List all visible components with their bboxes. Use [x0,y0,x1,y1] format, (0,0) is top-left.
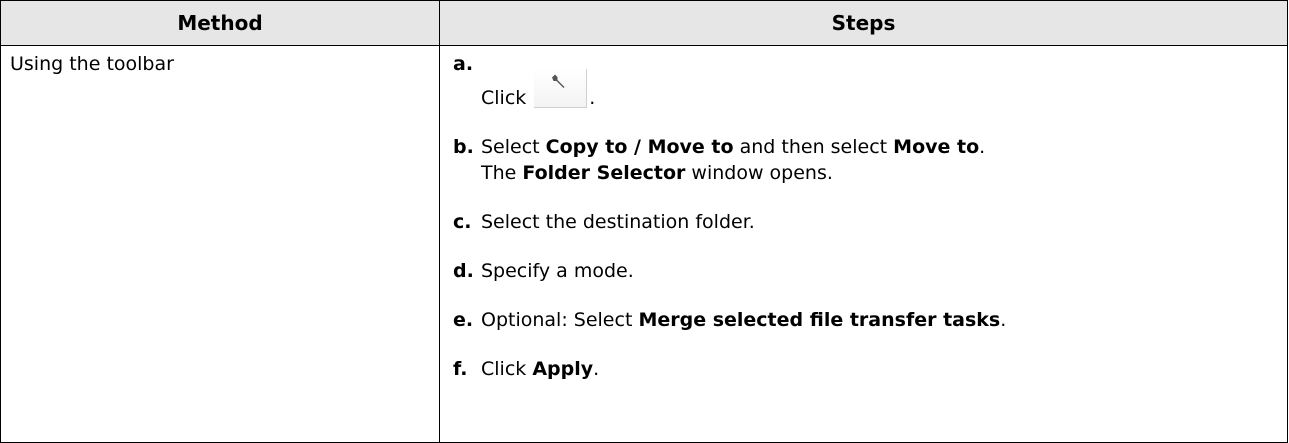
step-b-line2: The Folder Selector window opens. [481,162,833,184]
wrench-icon[interactable] [534,69,588,108]
step-letter: d. [453,260,474,282]
step-a: a. Click. [453,52,1287,111]
header-steps: Steps [439,0,1288,46]
step-d: d. Specify a mode. [453,258,1287,284]
step-letter: a. [453,53,474,75]
step-content: Optional: Select Merge selected file tra… [481,309,1007,331]
method-steps-table: Method Steps Using the toolbar a. Click.… [0,0,1288,443]
step-content: Specify a mode. [481,260,634,282]
step-letter: c. [453,211,472,233]
step-b: b. Select Copy to / Move to and then sel… [453,134,1287,186]
step-content: Select Copy to / Move to and then select… [481,136,986,184]
step-e: e. Optional: Select Merge selected file … [453,307,1287,333]
step-letter: f. [453,358,468,380]
header-method: Method [0,0,440,46]
method-cell: Using the toolbar [0,45,440,443]
step-letter: e. [453,309,474,331]
step-content: Click. [481,52,595,111]
steps-cell: a. Click. b. Select Copy to / Move to an… [439,45,1288,443]
step-content: Click Apply. [481,358,600,380]
step-c: c. Select the destination folder. [453,209,1287,235]
step-f: f. Click Apply. [453,356,1287,382]
step-content: Select the destination folder. [481,211,755,233]
step-letter: b. [453,136,474,158]
